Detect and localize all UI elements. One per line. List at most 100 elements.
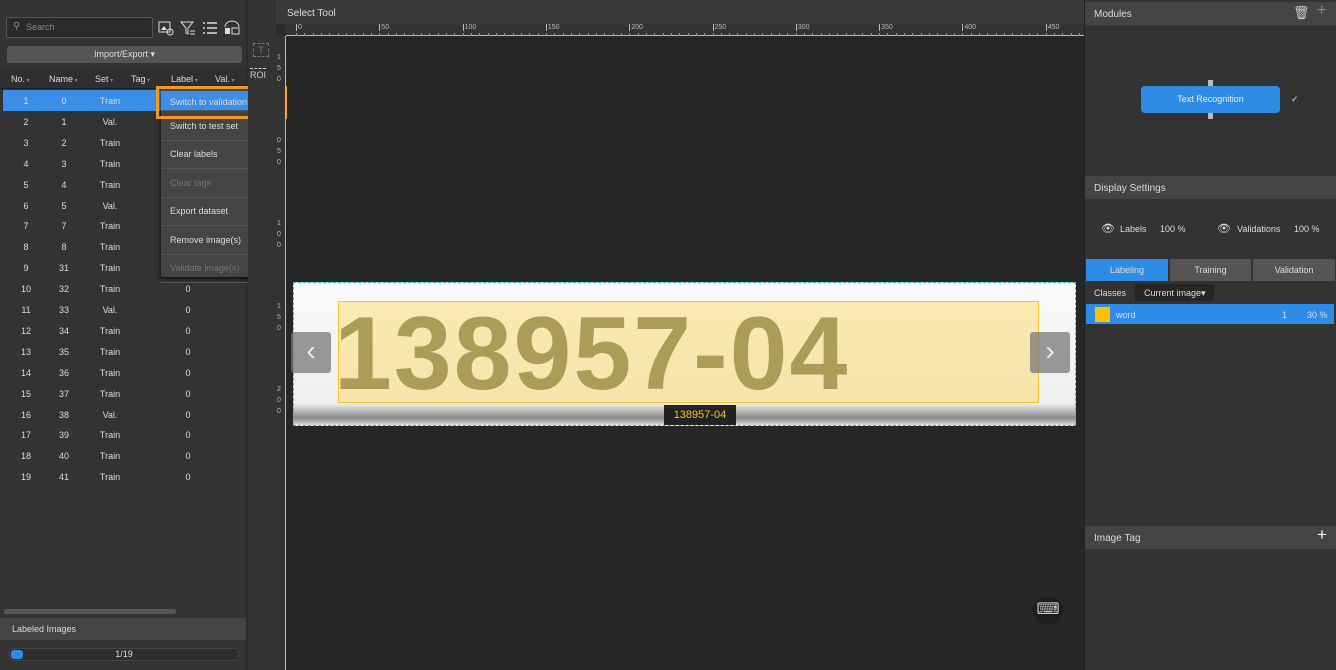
validations-opacity[interactable]: 100 % bbox=[1294, 224, 1320, 234]
tab-training[interactable]: Training bbox=[1170, 259, 1251, 281]
cell-no: 5 bbox=[23, 179, 29, 190]
table-row[interactable]: 11 33 Val. 0 bbox=[3, 299, 246, 320]
ruler-tick bbox=[304, 33, 306, 36]
table-row[interactable]: 15 37 Train 0 bbox=[3, 383, 246, 404]
ruler-tick bbox=[395, 33, 397, 36]
table-row[interactable]: 14 36 Train 0 bbox=[3, 362, 246, 383]
column-header-tag[interactable]: Tag ▾ bbox=[131, 74, 150, 84]
trash-icon[interactable]: 🗑 bbox=[1293, 5, 1310, 21]
table-row[interactable]: 18 40 Train 0 bbox=[3, 445, 246, 466]
class-count: 1 bbox=[1282, 310, 1288, 320]
cell-set: Train bbox=[99, 242, 121, 253]
ruler-tick bbox=[912, 33, 914, 36]
ruler-tick bbox=[504, 33, 506, 36]
column-header-label[interactable]: Label ▾ bbox=[171, 74, 198, 84]
ruler-tick bbox=[454, 33, 456, 36]
ruler-tick bbox=[1004, 33, 1006, 36]
cell-name: 40 bbox=[58, 451, 69, 462]
ruler-tick bbox=[579, 33, 581, 36]
ruler-tick bbox=[837, 33, 839, 36]
ruler-tick bbox=[1037, 33, 1039, 36]
image-filter-icon[interactable] bbox=[157, 19, 175, 37]
horizontal-scrollbar[interactable] bbox=[4, 609, 176, 614]
eye-icon[interactable]: 👁 bbox=[1101, 222, 1115, 235]
cell-no: 18 bbox=[20, 451, 31, 462]
cell-label: 0 bbox=[185, 325, 191, 336]
tab-labeling[interactable]: Labeling bbox=[1086, 259, 1168, 281]
keyboard-shortcuts-button[interactable]: ⌨ bbox=[1033, 597, 1063, 624]
ruler-tick bbox=[445, 33, 447, 36]
column-header-no[interactable]: No. ▾ bbox=[11, 74, 30, 84]
roi-tool-icon[interactable]: ROI bbox=[250, 68, 267, 80]
class-filter-dropdown[interactable]: Current image▾ bbox=[1135, 284, 1214, 301]
label-bounding-box[interactable] bbox=[338, 301, 1039, 403]
filter-icon[interactable] bbox=[179, 19, 197, 37]
add-tag-icon[interactable]: + bbox=[1317, 525, 1327, 545]
search-input[interactable]: ⚲ Search bbox=[6, 17, 153, 38]
cell-no: 6 bbox=[23, 200, 29, 211]
ruler-tick bbox=[995, 33, 997, 36]
ruler-tick-label: 0 bbox=[277, 397, 281, 404]
cell-set: Train bbox=[99, 388, 121, 399]
table-row[interactable]: 12 34 Train 0 bbox=[3, 320, 246, 341]
cell-label: 0 bbox=[185, 305, 191, 315]
column-header-name[interactable]: Name ▾ bbox=[49, 74, 78, 84]
cell-name: 1 bbox=[61, 116, 67, 127]
ruler-tick bbox=[604, 33, 606, 36]
ruler-tick bbox=[345, 33, 347, 36]
ruler-tick bbox=[695, 33, 697, 36]
ruler-tick bbox=[512, 33, 514, 36]
tab-validation[interactable]: Validation bbox=[1253, 259, 1335, 281]
eye-icon[interactable]: 👁 bbox=[1217, 222, 1231, 235]
ruler-tick bbox=[854, 33, 856, 36]
ruler-tick-label: 2 bbox=[277, 386, 281, 393]
ruler-tick bbox=[654, 33, 656, 36]
ruler-tick bbox=[970, 33, 972, 36]
ruler-tick bbox=[320, 33, 322, 36]
table-row[interactable]: 13 35 Train 0 bbox=[3, 341, 246, 362]
table-row[interactable]: 17 39 Train 0 bbox=[3, 424, 246, 445]
cell-set: Train bbox=[99, 367, 121, 378]
ruler-tick bbox=[945, 33, 947, 36]
import-export-button[interactable]: Import/Export ▾ bbox=[7, 46, 242, 63]
ruler-tick-label: 300 bbox=[795, 24, 810, 31]
cell-set: Val. bbox=[102, 200, 118, 211]
ruler-tick bbox=[296, 33, 297, 36]
labels-opacity[interactable]: 100 % bbox=[1160, 224, 1186, 234]
search-placeholder: Search bbox=[26, 22, 55, 32]
next-image-button[interactable]: › bbox=[1030, 332, 1070, 373]
cell-no: 9 bbox=[23, 263, 29, 274]
ruler-tick-label: 0 bbox=[277, 408, 281, 415]
module-text-recognition[interactable]: Text Recognition bbox=[1141, 86, 1280, 113]
modules-title: Modules bbox=[1094, 9, 1132, 20]
ruler-tick bbox=[895, 33, 897, 36]
cell-label: 0 bbox=[185, 472, 191, 483]
layout-icon[interactable] bbox=[223, 19, 241, 37]
table-row[interactable]: 19 41 Train 0 bbox=[3, 466, 246, 487]
ruler-tick-label: 0 bbox=[296, 24, 302, 31]
ruler-tick bbox=[370, 33, 372, 36]
table-row[interactable]: 16 38 Val. 0 bbox=[3, 404, 246, 425]
cell-name: 38 bbox=[58, 409, 69, 420]
ruler-tick bbox=[779, 33, 781, 36]
column-header-set[interactable]: Set ▾ bbox=[95, 74, 113, 84]
cell-label: 0 bbox=[185, 430, 191, 441]
list-icon[interactable] bbox=[201, 19, 219, 37]
ruler-tick bbox=[787, 33, 789, 36]
cell-name: 0 bbox=[61, 96, 67, 106]
cell-name: 32 bbox=[58, 284, 69, 295]
add-module-icon[interactable]: + bbox=[1317, 2, 1326, 20]
class-row-word[interactable]: word 1 30 % bbox=[1086, 304, 1334, 324]
cell-name: 41 bbox=[58, 472, 69, 483]
cell-name: 39 bbox=[58, 430, 69, 441]
ruler-tick bbox=[737, 33, 739, 36]
ruler-tick bbox=[1054, 33, 1056, 36]
ruler-tick-label: 250 bbox=[712, 24, 727, 31]
ruler-tick-label: 0 bbox=[277, 137, 281, 144]
ruler-tick-label: 5 bbox=[277, 65, 281, 72]
ruler-tick bbox=[887, 33, 889, 36]
text-tool-icon[interactable]: T bbox=[253, 43, 269, 57]
column-header-val[interactable]: Val. ▾ bbox=[215, 74, 235, 84]
prev-image-button[interactable]: ‹ bbox=[291, 332, 331, 373]
ruler-tick bbox=[1020, 33, 1022, 36]
